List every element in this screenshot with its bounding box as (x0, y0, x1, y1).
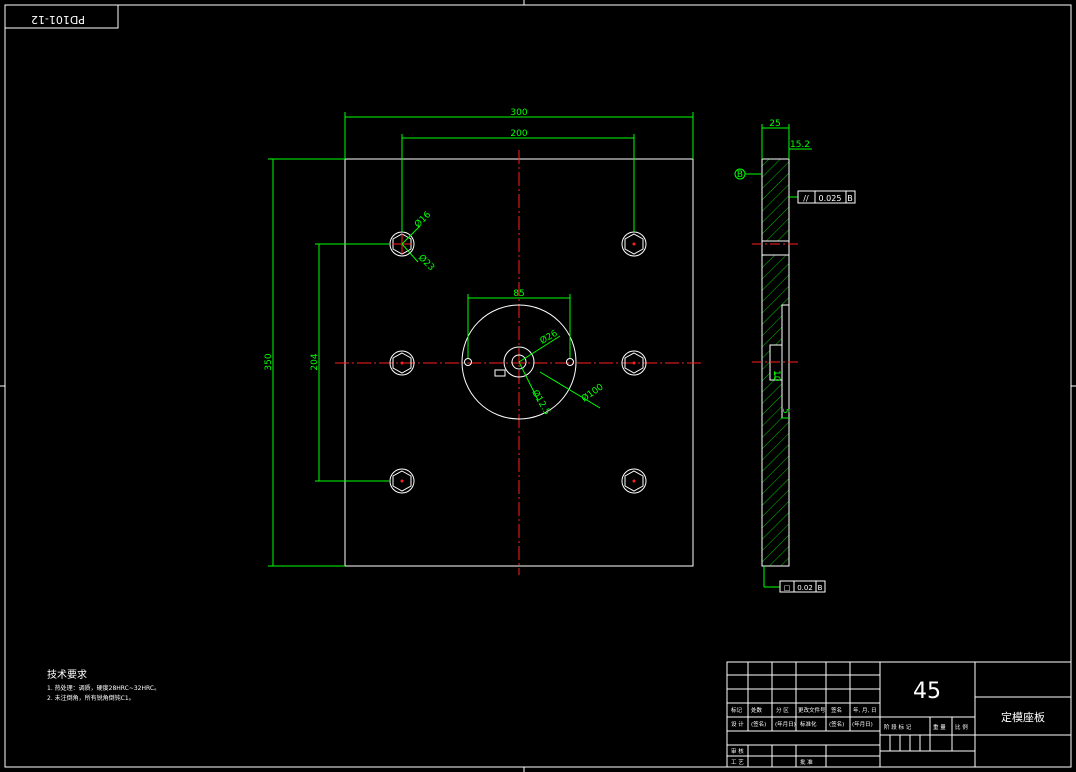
technical-notes: 技术要求 1. 热处理：调质，硬度28HRC~32HRC。 2. 未注倒角，所有… (47, 668, 160, 702)
tb-standardize: 标准化 (800, 720, 817, 728)
side-bore-gap (761, 240, 790, 256)
dim-height-total: 350 (264, 353, 274, 370)
side-section-upper (761, 158, 790, 242)
datum-label-b: B (737, 170, 743, 180)
dim-hub-span: 85 (513, 289, 524, 299)
tb-process: 工 艺 (731, 759, 744, 766)
notes-line-1: 1. 热处理：调质，硬度28HRC~32HRC。 (47, 684, 160, 692)
tb-review: 审 核 (731, 747, 744, 755)
tb-approve: 批 准 (800, 758, 813, 766)
dim-ring-d100: Ø100 (579, 381, 605, 404)
tb-label-date: 年, 月, 日 (853, 706, 877, 714)
tb-designed-date: (年月日) (775, 720, 796, 728)
keyway (494, 369, 506, 377)
flatness-frame: □ 0.02 B (779, 580, 826, 593)
drawing-number: PD101-12 (31, 13, 85, 26)
tb-designed: 设 计 (731, 720, 744, 728)
tb-label-count: 处数 (751, 706, 763, 714)
side-dim-small: 5 (780, 408, 790, 414)
notes-title: 技术要求 (47, 668, 87, 681)
parallelism-frame: // 0.025 B (797, 190, 856, 204)
tb-stage-mark: 阶 段 标 记 (884, 723, 912, 731)
front-view: 300 200 350 204 85 Ø16 Ø23 Ø26 Ø12.5 Ø10… (264, 108, 703, 575)
dim-width-holes: 200 (510, 129, 527, 139)
side-dim-thickness: 25 (769, 119, 780, 129)
guide-hole-bottom-right (621, 468, 647, 494)
notes-line-2: 2. 未注倒角，所有锐角倒钝C1。 (47, 694, 135, 702)
tb-standardize-date: (年月日) (852, 720, 873, 728)
drawing-frame (4, 4, 1072, 768)
dim-hole-d23: Ø23 (416, 252, 437, 273)
cad-drawing: PD101-12 300 200 350 204 85 Ø16 Ø23 Ø26 … (0, 0, 1076, 772)
side-view: 25 15.2 10 5 B // 0.025 B □ 0.02 B (734, 119, 856, 593)
guide-hole-bottom-left (389, 468, 415, 494)
guide-hole-top-right (621, 231, 647, 257)
screw-hole-left (464, 358, 472, 366)
side-dim-recess: 10 (771, 370, 781, 382)
tb-label-revision: 标记 (731, 706, 743, 714)
dim-bore-d26: Ø26 (538, 328, 560, 347)
svg-text:0.025: 0.025 (819, 194, 842, 203)
tb-label-signature: 签名 (831, 706, 842, 714)
tb-label-zone: 分 区 (776, 706, 789, 714)
tb-scale: 比 例 (955, 723, 968, 731)
svg-text:B: B (847, 194, 853, 203)
tb-designed-sig: (签名) (751, 720, 766, 728)
dim-height-holes: 204 (310, 353, 320, 370)
svg-text:B: B (818, 584, 823, 592)
screw-hole-right (566, 358, 574, 366)
material: 45 (913, 679, 941, 704)
svg-text://: // (803, 194, 809, 203)
tb-standardize-sig: (签名) (829, 720, 844, 728)
side-dim-step: 15.2 (790, 140, 810, 150)
tb-label-doc-no: 更改文件号 (798, 706, 826, 714)
svg-text:□: □ (784, 584, 791, 592)
svg-text:0.02: 0.02 (797, 584, 813, 592)
tb-weight: 重 量 (933, 723, 946, 731)
part-name: 定模座板 (1001, 710, 1045, 724)
dim-hole-d16: Ø16 (412, 209, 433, 230)
dim-bore-d12-5: Ø12.5 (529, 388, 552, 417)
dim-width-total: 300 (510, 108, 527, 118)
